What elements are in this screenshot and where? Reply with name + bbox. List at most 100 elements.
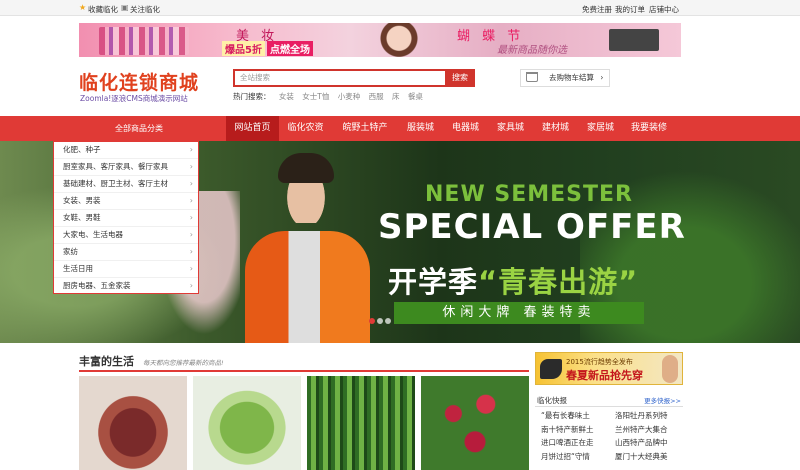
category-item[interactable]: 家纺 › [54, 244, 198, 261]
category-label: 化肥、种子 [63, 145, 101, 154]
news-list-left: “最有长春味土 南十特产新鲜土 进口啤酒正在走 月饼过招“守情 [541, 409, 594, 463]
category-label: 家纺 [63, 247, 78, 256]
chevron-right-icon: › [189, 196, 193, 205]
news-header: 临化快报 更多快报>> [535, 394, 683, 407]
chevron-right-icon: › [600, 73, 604, 82]
nav-item-electronics[interactable]: 电器城 [443, 116, 488, 141]
chevron-right-icon: › [189, 264, 193, 273]
nav-item-furniture[interactable]: 家具城 [488, 116, 533, 141]
chevron-right-icon: › [189, 162, 193, 171]
chevron-right-icon: › [189, 281, 193, 290]
banner-promo-2: 点燃全场 [267, 41, 313, 56]
chevron-right-icon: › [189, 179, 193, 188]
search-input[interactable]: 全站搜索 [233, 69, 445, 87]
hero-cn-part2: “青春出游” [478, 265, 639, 299]
hot-keyword[interactable]: 女士T恤 [302, 92, 329, 101]
news-item[interactable]: 山西特产品牌中 [615, 436, 668, 450]
news-item[interactable]: “最有长春味土 [541, 409, 594, 423]
category-label: 基础建材、厨卫主材、客厅主材 [63, 179, 168, 188]
model-image [245, 231, 370, 343]
follow-link[interactable]: 关注临化 [130, 4, 160, 15]
nav-item-clothing[interactable]: 服装城 [398, 116, 443, 141]
news-item[interactable]: 兰州特产大集合 [615, 423, 668, 437]
hot-keyword[interactable]: 小麦种 [338, 92, 361, 101]
shoe-image [540, 359, 562, 379]
slider-dot[interactable] [377, 318, 383, 324]
news-item[interactable]: 厦门十大经典美 [615, 450, 668, 464]
product-image[interactable] [193, 376, 301, 470]
hero-cn-title: 开学季“青春出游” [388, 259, 638, 301]
category-label: 女装、男装 [63, 196, 101, 205]
category-item[interactable]: 基础建材、厨卫主材、客厅主材 › [54, 176, 198, 193]
bookmark-link[interactable]: 收藏临化 [88, 4, 118, 15]
news-more-link[interactable]: 更多快报>> [644, 395, 681, 405]
news-item[interactable]: 进口啤酒正在走 [541, 436, 594, 450]
news-item[interactable]: 南十特产新鲜土 [541, 423, 594, 437]
hero-band: 休闲大牌 春装特卖 [394, 302, 644, 324]
register-link[interactable]: 免费注册 [582, 4, 612, 15]
banner-promo-1: 爆品5折 [222, 41, 265, 56]
section-subtitle: 每天都向您推荐最新的商品! [143, 359, 224, 367]
cosmetics-image [99, 27, 189, 55]
category-item[interactable]: 生活日用 › [54, 261, 198, 278]
hero-line-1: NEW SEMESTER [425, 182, 633, 207]
nav-item-building[interactable]: 建材城 [533, 116, 578, 141]
my-orders-link[interactable]: 我的订单 [615, 4, 645, 15]
product-image[interactable] [421, 376, 529, 470]
category-label: 厨室家具、客厅家具、餐厅家具 [63, 162, 168, 171]
news-title: 临化快报 [537, 396, 567, 405]
slider-dot[interactable] [369, 318, 375, 324]
chevron-right-icon: › [189, 230, 193, 239]
chevron-right-icon: › [189, 247, 193, 256]
category-item[interactable]: 女装、男装 › [54, 193, 198, 210]
sidebar-ad[interactable]: 2015流行趋势全发布 春夏新品抢先穿 [535, 352, 683, 385]
site-logo[interactable]: 临化连锁商城 [79, 68, 199, 95]
category-item[interactable]: 女鞋、男鞋 › [54, 210, 198, 227]
chevron-right-icon: › [189, 213, 193, 222]
hero-line-2: SPECIAL OFFER [378, 207, 686, 247]
all-categories-button[interactable]: 全部商品分类 [79, 116, 199, 141]
nav-item-renovation[interactable]: 我要装修 [623, 116, 675, 141]
category-item[interactable]: 厨房电器、五金家装 › [54, 278, 198, 295]
category-item[interactable]: 厨室家具、客厅家具、餐厅家具 › [54, 159, 198, 176]
nav-item-home-living[interactable]: 家居城 [578, 116, 623, 141]
star-icon: ★ [79, 3, 87, 12]
hot-keyword[interactable]: 床 [392, 92, 400, 101]
sidebar-ad-line-1: 2015流行趋势全发布 [566, 358, 633, 366]
site-logo-subtitle: Zoomla!逐浪CMS商城演示网站 [80, 94, 188, 103]
product-image[interactable] [79, 376, 187, 470]
slider-dot[interactable] [385, 318, 391, 324]
nav-item-local-specialty[interactable]: 皖野土特产 [332, 116, 398, 141]
category-item[interactable]: 化肥、种子 › [54, 142, 198, 159]
category-label: 女鞋、男鞋 [63, 213, 101, 222]
category-label: 大家电、生活电器 [63, 230, 123, 239]
follow-icon: ▣ [121, 3, 129, 12]
cart-label: 去购物车结算 [549, 73, 594, 82]
news-item[interactable]: 洛阳牡丹系列特 [615, 409, 668, 423]
hot-search-label: 热门搜索： [233, 92, 271, 101]
section-title: 丰富的生活 [79, 355, 134, 368]
category-label: 生活日用 [63, 264, 93, 273]
hot-keyword[interactable]: 女装 [279, 92, 294, 101]
top-bar [0, 0, 800, 16]
product-image[interactable] [307, 376, 415, 470]
news-list-right: 洛阳牡丹系列特 兰州特产大集合 山西特产品牌中 厦门十大经典美 [615, 409, 668, 463]
category-item[interactable]: 大家电、生活电器 › [54, 227, 198, 244]
sidebar-ad-line-2: 春夏新品抢先穿 [566, 369, 643, 382]
search-button[interactable]: 搜索 [445, 69, 475, 87]
chevron-right-icon: › [189, 145, 193, 154]
nav-item-home[interactable]: 网站首页 [226, 116, 279, 141]
banner-tagline: 最新商品随你选 [497, 45, 567, 56]
hero-cn-part1: 开学季 [388, 265, 479, 299]
section-divider [79, 370, 529, 372]
news-item[interactable]: 月饼过招“守情 [541, 450, 594, 464]
nav-item-agri[interactable]: 临化农资 [279, 116, 332, 141]
hot-search: 热门搜索： 女装 女士T恤 小麦种 西服 床 餐桌 [233, 91, 423, 102]
category-label: 厨房电器、五金家装 [63, 281, 131, 290]
top-promo-banner[interactable]: 美 妆 爆品5折 点燃全场 蝴 蝶 节 最新商品随你选 [79, 23, 681, 57]
store-center-link[interactable]: 店铺中心 [649, 4, 679, 15]
laptop-image [609, 29, 659, 51]
hot-keyword[interactable]: 餐桌 [408, 92, 423, 101]
hot-keyword[interactable]: 西服 [369, 92, 384, 101]
slider-dots [369, 317, 393, 326]
